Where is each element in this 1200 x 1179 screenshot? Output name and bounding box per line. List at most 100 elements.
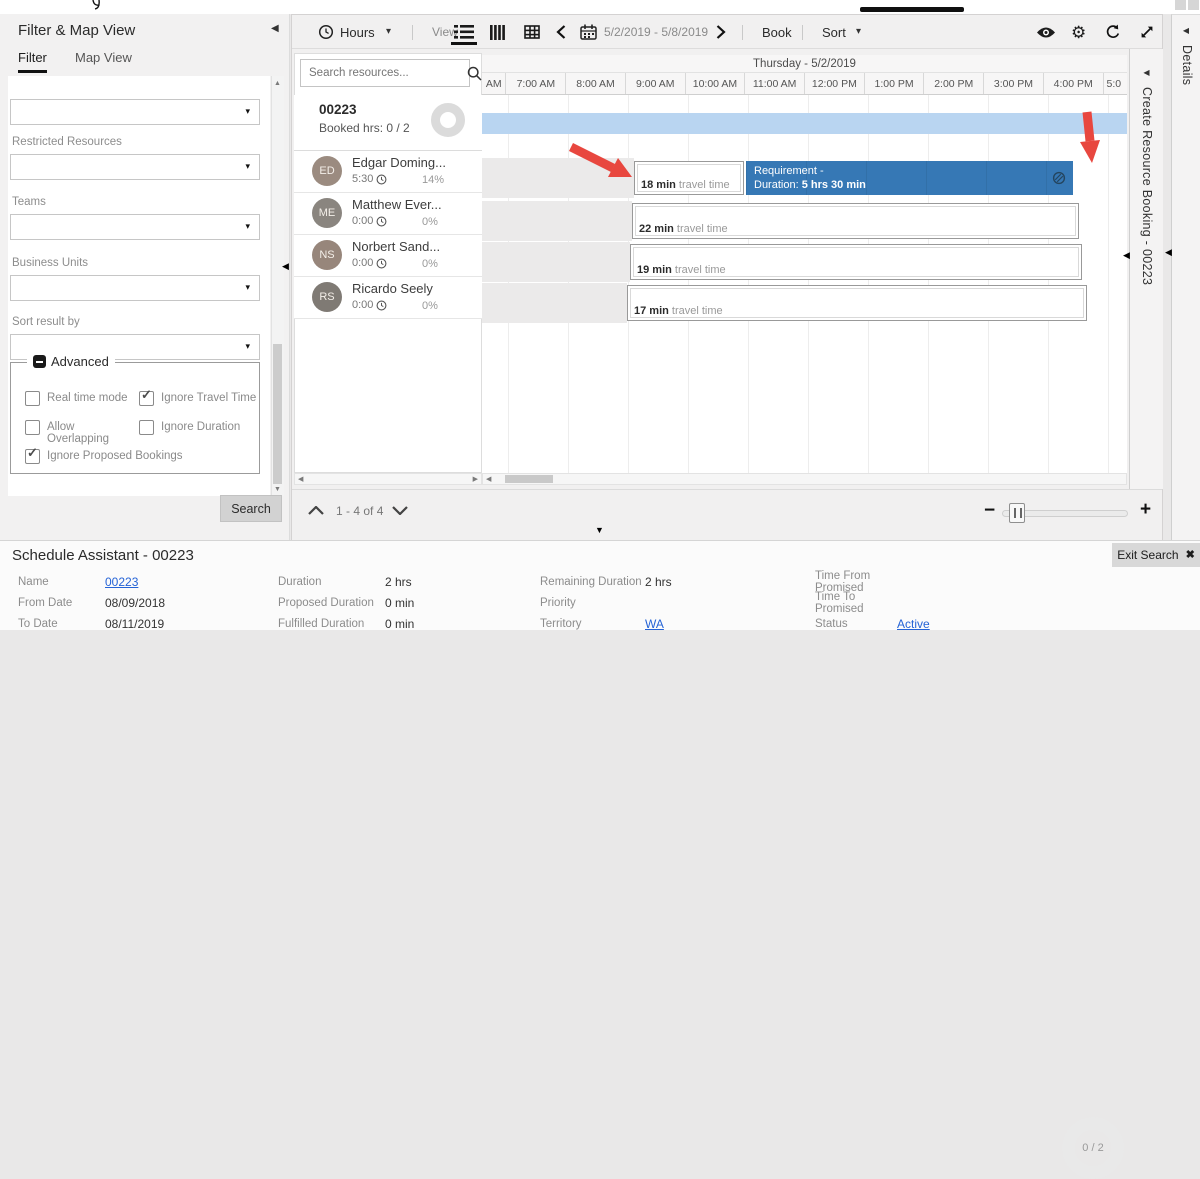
top-chrome-strip: [0, 0, 1200, 14]
page-up-button[interactable]: [308, 506, 324, 515]
chevron-down-icon[interactable]: ▾: [386, 15, 391, 49]
time-value: 0:00: [352, 215, 374, 227]
zoom-out-button[interactable]: −: [984, 501, 995, 520]
resource-search-box[interactable]: [300, 59, 482, 87]
restricted-resources-dropdown[interactable]: ▾: [10, 154, 260, 180]
checkbox-icon[interactable]: [25, 445, 40, 464]
field-label: Status: [815, 617, 848, 630]
territory-link[interactable]: WA: [645, 617, 664, 631]
travel-time-block[interactable]: 18 min travel time: [634, 161, 744, 195]
characteristics-dropdown[interactable]: ▾: [10, 99, 260, 125]
previous-period-button[interactable]: [556, 15, 566, 49]
field-value: 08/09/2018: [105, 595, 166, 610]
business-units-dropdown[interactable]: ▾: [10, 275, 260, 301]
scroll-left-icon[interactable]: ◀: [486, 476, 491, 483]
checkbox-icon[interactable]: [25, 391, 40, 406]
teams-dropdown[interactable]: ▾: [10, 214, 260, 240]
time-header: AM 7:00 AM 8:00 AM 9:00 AM 10:00 AM 11:0…: [482, 73, 1127, 95]
travel-time-label: 17 min travel time: [634, 305, 723, 317]
grid-view-button[interactable]: [524, 15, 540, 49]
resource-row-matthew[interactable]: ME Matthew Ever... 0:00 0%: [294, 193, 482, 235]
collapse-left-icon[interactable]: ◀: [1130, 49, 1163, 77]
checkbox-icon[interactable]: [25, 420, 40, 435]
search-button[interactable]: Search: [220, 495, 282, 522]
collapse-left-icon[interactable]: ◀: [1172, 15, 1200, 35]
zoom-slider-thumb[interactable]: [1009, 503, 1025, 523]
visibility-button[interactable]: [1036, 15, 1056, 49]
next-period-button[interactable]: [716, 15, 726, 49]
sort-button[interactable]: Sort: [822, 15, 846, 49]
text-fragment: [92, 0, 100, 10]
requirement-summary-card[interactable]: 00223 Booked hrs: 0 / 2: [294, 95, 482, 151]
field-value: 0 min: [385, 595, 415, 610]
booking-gauge-ring: 0 / 2: [1062, 1117, 1124, 1179]
scroll-right-icon[interactable]: ▶: [473, 476, 478, 483]
panel-splitter-handle[interactable]: ◀: [1165, 248, 1172, 257]
proposed-booking-block[interactable]: 17 min travel time: [627, 285, 1087, 321]
create-booking-tab-label[interactable]: Create Resource Booking - 00223: [1140, 87, 1154, 285]
checkbox-ignore-proposed-bookings[interactable]: Ignore Proposed Bookings: [25, 445, 225, 464]
advanced-legend[interactable]: Advanced: [27, 354, 115, 369]
expand-button[interactable]: [1139, 15, 1155, 49]
bottom-splitter-handle[interactable]: ▼: [595, 526, 604, 535]
scroll-down-icon[interactable]: ▼: [274, 486, 281, 493]
collapse-left-icon[interactable]: ◀: [271, 24, 279, 34]
hours-scale-button[interactable]: [318, 15, 334, 49]
resource-row-ricardo[interactable]: RS Ricardo Seely 0:00 0%: [294, 277, 482, 319]
chrome-square-icon[interactable]: [1175, 0, 1186, 10]
details-tab-label[interactable]: Details: [1180, 45, 1194, 85]
resource-list-hscrollbar[interactable]: ◀ ▶: [294, 473, 482, 485]
exit-search-button[interactable]: Exit Search ✖: [1112, 543, 1200, 567]
tab-map-view[interactable]: Map View: [75, 50, 132, 70]
chevron-left-icon: [556, 25, 566, 39]
panel-splitter-handle[interactable]: ◀: [1123, 251, 1130, 260]
checkbox-real-time-mode[interactable]: Real time mode: [25, 391, 135, 406]
chrome-square-icon[interactable]: [1188, 0, 1199, 10]
resource-booked-time: 0:00: [352, 215, 387, 227]
requirement-booking-block[interactable]: Requirement - Duration: 5 hrs 30 min: [746, 161, 1073, 195]
checkbox-icon[interactable]: [139, 420, 154, 435]
book-button[interactable]: Book: [762, 15, 792, 49]
filter-map-panel: Filter & Map View ◀ Filter Map View ▾ Re…: [0, 14, 290, 540]
checkbox-ignore-travel-time[interactable]: Ignore Travel Time: [139, 387, 257, 406]
date-range-label[interactable]: 5/2/2019 - 5/8/2019: [604, 15, 708, 49]
requirement-demand-band: [482, 113, 1127, 134]
scrollbar-thumb[interactable]: [505, 475, 554, 483]
calendar-button[interactable]: [580, 15, 597, 49]
proposed-booking-block[interactable]: 19 min travel time: [630, 244, 1082, 280]
requirement-duration: Duration: 5 hrs 30 min: [754, 179, 866, 192]
field-label: From Date: [18, 596, 73, 609]
checkbox-allow-overlapping[interactable]: Allow Overlapping: [25, 420, 137, 445]
proposed-booking-block[interactable]: 22 min travel time: [632, 203, 1079, 239]
resource-row-norbert[interactable]: NS Norbert Sand... 0:00 0%: [294, 235, 482, 277]
time-value: 0:00: [352, 299, 374, 311]
field-label: Proposed Duration: [278, 596, 374, 609]
scale-label[interactable]: Hours: [340, 15, 375, 49]
chevron-down-icon[interactable]: ▾: [856, 15, 861, 49]
checkbox-icon[interactable]: [139, 387, 154, 406]
name-link[interactable]: 00223: [105, 575, 138, 589]
resource-row-edgar[interactable]: ED Edgar Doming... 5:30 14%: [294, 151, 482, 193]
resource-utilization: 0%: [422, 300, 438, 312]
refresh-button[interactable]: [1105, 15, 1121, 49]
scroll-left-icon[interactable]: ◀: [298, 476, 303, 483]
time-value: 5:30: [352, 173, 374, 185]
details-side-tab[interactable]: ◀ Details: [1171, 14, 1200, 540]
zoom-in-button[interactable]: +: [1140, 500, 1151, 519]
page-down-button[interactable]: [392, 506, 408, 515]
grid-hscrollbar[interactable]: ◀: [482, 473, 1127, 485]
chevron-down-icon: ▾: [245, 221, 250, 231]
checkbox-ignore-duration[interactable]: Ignore Duration: [139, 420, 251, 435]
gear-icon[interactable]: ⚙: [1071, 15, 1086, 49]
create-resource-booking-tab[interactable]: ◀ Create Resource Booking - 00223: [1129, 49, 1163, 489]
column-view-button[interactable]: [490, 15, 505, 49]
status-link[interactable]: Active: [897, 617, 930, 631]
restricted-circle-icon: [1052, 171, 1066, 185]
panel-splitter-handle[interactable]: ◀: [282, 262, 289, 271]
collapse-section-icon[interactable]: [33, 355, 46, 368]
search-resources-input[interactable]: [301, 67, 467, 79]
scrollbar-thumb[interactable]: [273, 344, 282, 484]
time-slot: 7:00 AM: [505, 73, 565, 94]
tab-filter[interactable]: Filter: [18, 50, 47, 73]
scroll-up-icon[interactable]: ▲: [274, 80, 281, 87]
